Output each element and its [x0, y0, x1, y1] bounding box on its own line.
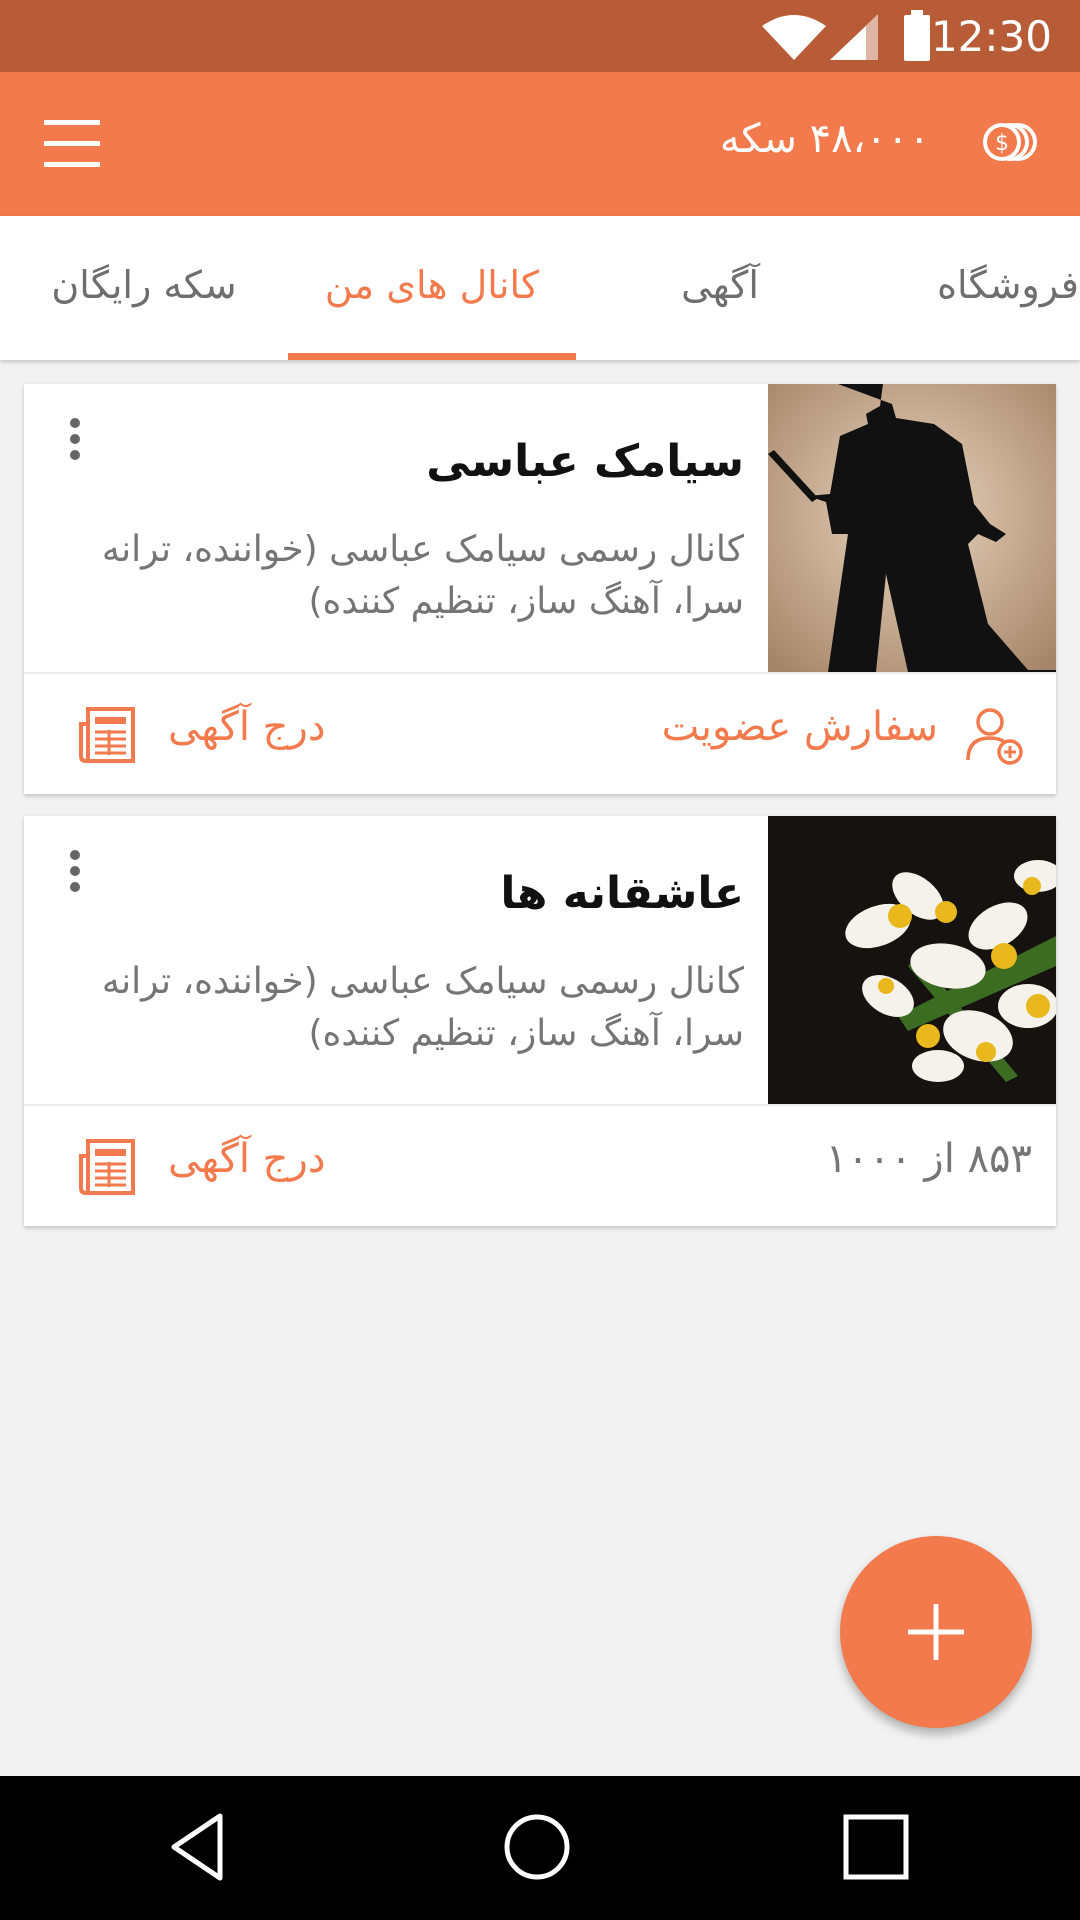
active-tab-indicator — [288, 353, 576, 360]
back-icon[interactable] — [168, 1812, 228, 1882]
newspaper-icon — [79, 1139, 135, 1195]
flowers-image — [768, 816, 1056, 1104]
tab-ads[interactable]: آگهی — [576, 216, 864, 360]
app-bar: ۴۸،۰۰۰ سکه $ — [0, 72, 1080, 216]
svg-text:$: $ — [995, 131, 1009, 156]
tab-free-coins[interactable]: سکه رایگان — [0, 216, 288, 360]
channel-title: عاشقانه ها — [500, 868, 744, 919]
card-footer: درج آگهی ۸۵۳ از ۱۰۰۰ — [24, 1106, 1056, 1226]
tab-bar: فروشگاه آگهی کانال های من سکه رایگان — [0, 216, 1080, 360]
plus-icon — [908, 1604, 964, 1660]
silhouette-image — [768, 384, 1056, 672]
tab-ads-label: آگهی — [681, 263, 759, 307]
channel-card[interactable]: سیامک عباسی کانال رسمی سیامک عباسی (خوان… — [24, 384, 1056, 794]
coins-icon[interactable]: $ — [982, 122, 1038, 162]
channel-card[interactable]: عاشقانه ها کانال رسمی سیامک عباسی (خوانن… — [24, 816, 1056, 1226]
tab-my-channels[interactable]: کانال های من — [288, 216, 576, 360]
coin-balance: ۴۸،۰۰۰ سکه — [719, 116, 930, 162]
signal-icon — [830, 14, 878, 60]
hamburger-icon[interactable] — [44, 120, 100, 167]
channel-title: سیامک عباسی — [426, 436, 744, 487]
card-footer: درج آگهی سفارش عضویت — [24, 674, 1056, 794]
channel-description: کانال رسمی سیامک عباسی (خواننده، ترانه س… — [101, 961, 744, 1054]
home-icon[interactable] — [502, 1812, 572, 1882]
recents-icon[interactable] — [843, 1814, 909, 1880]
newspaper-icon — [79, 707, 135, 763]
more-options-icon[interactable] — [70, 418, 82, 462]
battery-icon — [904, 10, 930, 61]
tab-store-label: فروشگاه — [937, 263, 1079, 307]
add-user-icon — [966, 708, 1023, 765]
tab-my-channels-label: کانال های من — [324, 263, 540, 307]
navigation-bar — [0, 1776, 1080, 1920]
clock: 12:30 — [930, 12, 1052, 61]
more-options-icon[interactable] — [70, 850, 82, 894]
post-ad-label: درج آگهی — [168, 704, 326, 750]
order-members-label: سفارش عضویت — [661, 704, 938, 750]
channel-description: کانال رسمی سیامک عباسی (خواننده، ترانه س… — [101, 529, 744, 622]
tab-free-coins-label: سکه رایگان — [51, 263, 237, 307]
member-count: ۸۵۳ از ۱۰۰۰ — [825, 1136, 1032, 1182]
status-bar: 12:30 — [0, 0, 1080, 72]
post-ad-label: درج آگهی — [168, 1136, 326, 1182]
wifi-icon — [762, 15, 826, 60]
add-channel-button[interactable] — [840, 1536, 1032, 1728]
tab-store[interactable]: فروشگاه — [864, 216, 1080, 360]
